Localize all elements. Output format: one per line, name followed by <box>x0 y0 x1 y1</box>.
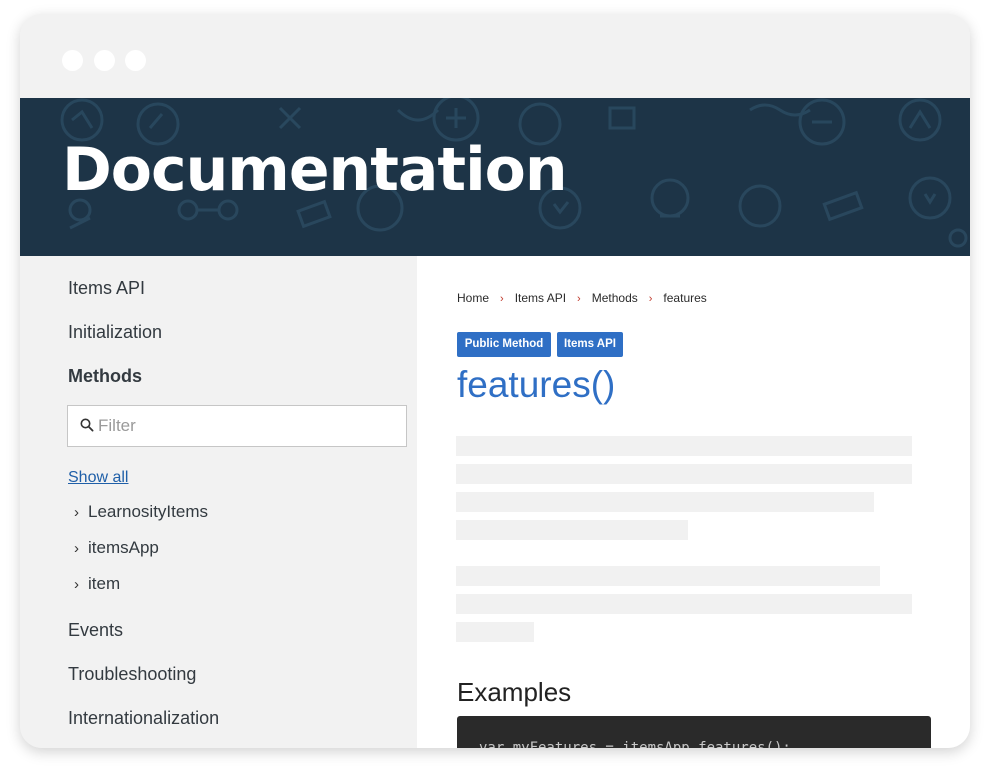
sidebar-item-troubleshooting[interactable]: Troubleshooting <box>68 664 196 685</box>
breadcrumb-item-current: features <box>663 291 707 305</box>
breadcrumb-item-items-api[interactable]: Items API <box>515 291 566 305</box>
window-titlebar <box>20 14 970 98</box>
main-content: Home › Items API › Methods › features Public M… <box>417 256 970 748</box>
tree-item-label: item <box>88 574 121 593</box>
page-hero-title: Documentation <box>62 135 568 205</box>
code-example-text: var myFeatures = itemsApp.features(); <box>479 740 791 748</box>
filter-input[interactable] <box>98 415 388 437</box>
badge-items-api: Items API <box>557 332 623 357</box>
tree-item-item[interactable]: › item <box>74 574 120 594</box>
breadcrumb-item-home[interactable]: Home <box>457 291 489 305</box>
page-title: features() <box>457 364 616 405</box>
tree-item-learnosityitems[interactable]: › LearnosityItems <box>74 502 208 522</box>
skeleton-line <box>456 464 912 484</box>
examples-heading: Examples <box>457 677 572 707</box>
show-all-link[interactable]: Show all <box>68 469 128 487</box>
filter-field[interactable] <box>67 405 407 447</box>
skeleton-line <box>456 492 874 512</box>
breadcrumb: Home › Items API › Methods › features <box>457 291 707 305</box>
window-dot-1[interactable] <box>62 50 83 71</box>
chevron-right-icon: › <box>74 576 79 593</box>
hero-banner: Documentation <box>20 98 970 256</box>
breadcrumb-item-methods[interactable]: Methods <box>592 291 638 305</box>
sidebar-nav: Items API Initialization Methods Show al… <box>20 256 417 748</box>
chevron-right-icon: › <box>74 504 79 521</box>
window-dot-2[interactable] <box>94 50 115 71</box>
badge-public-method: Public Method <box>457 332 551 357</box>
sidebar-item-methods[interactable]: Methods <box>68 366 142 387</box>
sidebar-item-internationalization[interactable]: Internationalization <box>68 708 219 729</box>
chevron-right-icon: › <box>500 293 504 305</box>
tree-item-label: itemsApp <box>88 538 159 557</box>
tree-item-label: LearnosityItems <box>88 502 208 521</box>
sidebar-item-items-api[interactable]: Items API <box>68 278 145 299</box>
browser-window: Documentation Items API Initialization M… <box>20 14 970 748</box>
chevron-right-icon: › <box>74 540 79 557</box>
chevron-right-icon: › <box>648 293 653 305</box>
skeleton-line <box>456 436 912 456</box>
sidebar-item-initialization[interactable]: Initialization <box>68 322 162 343</box>
sidebar-item-events[interactable]: Events <box>68 620 123 641</box>
search-icon <box>80 418 94 432</box>
skeleton-line <box>456 520 688 540</box>
tree-item-itemsapp[interactable]: › itemsApp <box>74 538 159 558</box>
code-example-block: var myFeatures = itemsApp.features(); <box>457 716 931 748</box>
skeleton-line <box>456 566 880 586</box>
skeleton-line <box>456 622 534 642</box>
chevron-right-icon: › <box>577 293 581 305</box>
window-dot-3[interactable] <box>125 50 146 71</box>
skeleton-line <box>456 594 912 614</box>
